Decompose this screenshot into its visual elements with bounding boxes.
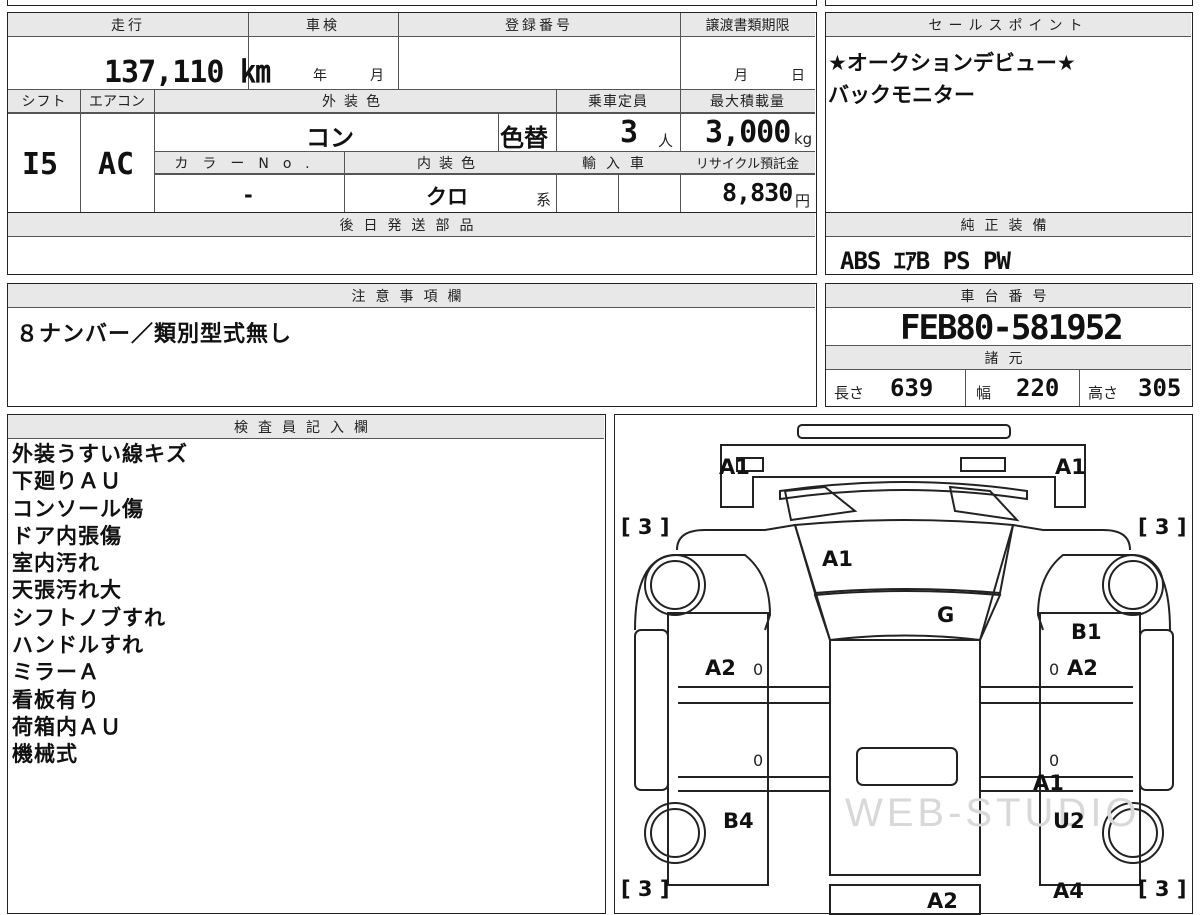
length-value: 639: [890, 374, 934, 402]
chassis-box: 車台番号 FEB80-581952 諸元 長さ 639 幅 220 高さ 305: [825, 283, 1193, 407]
remark-item: 下廻りＡＵ: [12, 469, 122, 494]
width-value: 220: [1016, 374, 1060, 402]
sales-point-label: セールスポイント: [928, 18, 1089, 34]
watermark: WEB-STUDIO: [845, 791, 1141, 835]
inspector-box: 検査員記入欄 外装うすい線キズ 下廻りＡＵ コンソール傷 ドア内張傷 室内汚れ …: [7, 414, 606, 914]
capacity-value: 3: [620, 115, 639, 150]
exterior-color-label: 外装色: [322, 94, 388, 110]
damage-right-front-fender: B1: [1071, 620, 1102, 644]
specs-label: 諸元: [984, 351, 1033, 367]
remark-item: 外装うすい線キズ: [12, 442, 188, 466]
mileage-label: 走行: [111, 18, 145, 34]
remark-item: 看板有り: [12, 687, 100, 712]
remark-item: ハンドルすれ: [12, 633, 144, 658]
inspection-year: 年: [313, 68, 327, 84]
remark-item: 機械式: [12, 742, 78, 767]
tire-rear-right: [ 3 ]: [1138, 877, 1187, 901]
damage-right-rear: U2: [1053, 809, 1085, 833]
transfer-deadline-label: 譲渡書類期限: [705, 18, 790, 34]
remark-item: 荷箱内ＡＵ: [12, 714, 122, 739]
damage-rear-bottom-left: A2: [927, 889, 958, 913]
damage-front-left: A1: [719, 455, 750, 479]
later-parts-box: 後日発送部品: [7, 212, 817, 275]
zero-mark: 0: [1049, 751, 1060, 770]
zero-mark: 0: [1049, 660, 1060, 679]
remark-item: ドア内張傷: [12, 523, 122, 548]
registration-label: 登録番号: [505, 18, 573, 34]
interior-color-label: 内装色: [417, 156, 483, 172]
sales-point-2: バックモニター: [828, 83, 975, 107]
equipment-box: 純正装備 ABS ｴｱB PS PW: [825, 212, 1193, 275]
remark-item: 天張汚れ大: [12, 578, 122, 603]
equipment-value: ABS ｴｱB PS PW: [840, 247, 1011, 275]
capacity-label: 乗車定員: [588, 94, 648, 110]
recycle-label: リサイクル預託金: [695, 157, 800, 172]
notes-box: 注意事項欄 ８ナンバー／類別型式無し: [7, 283, 817, 407]
remark-item: コンソール傷: [12, 496, 144, 521]
length-label: 長さ: [834, 384, 865, 402]
damage-hood: A1: [822, 547, 853, 571]
tire-front-left: [ 3 ]: [621, 515, 670, 539]
interior-kei: 系: [536, 191, 552, 209]
zero-mark: 0: [753, 660, 764, 679]
color-change-label: 色替: [500, 124, 548, 152]
max-load-unit: kg: [794, 130, 813, 148]
color-no-value: -: [244, 183, 253, 207]
aircon-value: AC: [98, 147, 135, 182]
sales-point-1: ★オークションデビュー★: [828, 51, 1076, 75]
recycle-unit: 円: [795, 192, 811, 210]
recycle-value: 8,830: [722, 178, 793, 207]
tire-rear-left: [ 3 ]: [621, 877, 670, 901]
shift-label: シフト: [21, 94, 67, 110]
capacity-unit: 人: [658, 132, 674, 150]
top-partial-strip-right: [825, 0, 1193, 6]
vehicle-info-box: 走行 車検 登録番号 譲渡書類期限 137,110 ㎞ 年 月 月 日 シフト …: [7, 12, 817, 213]
later-parts-label: 後日発送部品: [339, 218, 484, 234]
chassis-label: 車台番号: [960, 289, 1057, 305]
transfer-day: 日: [791, 68, 805, 84]
max-load-label: 最大積載量: [710, 94, 785, 110]
car-diagram-box: WEB-STUDIO A1 A1 A1 G B1 A2 A2 A1 B4 U2 …: [614, 414, 1193, 915]
damage-rear-bottom-right: A4: [1053, 879, 1084, 903]
color-no-label: カラーNo.: [174, 156, 324, 172]
inspector-remarks-list: 外装うすい線キズ 下廻りＡＵ コンソール傷 ドア内張傷 室内汚れ 天張汚れ大 シ…: [12, 441, 188, 769]
damage-left-rear: B4: [723, 809, 754, 833]
aircon-label: エアコン: [89, 94, 145, 110]
remark-item: 室内汚れ: [12, 551, 100, 576]
shift-value: I5: [22, 147, 59, 182]
damage-right-rear-body: A1: [1033, 771, 1064, 795]
top-partial-strip: [7, 0, 817, 6]
interior-color-value: クロ: [426, 185, 468, 209]
width-label: 幅: [976, 384, 992, 402]
notes-label: 注意事項欄: [351, 289, 472, 305]
notes-text: ８ナンバー／類別型式無し: [16, 322, 293, 347]
damage-front-right: A1: [1055, 455, 1086, 479]
inspection-month: 月: [370, 68, 384, 84]
exterior-color-value: コン: [306, 124, 354, 152]
zero-mark: 0: [753, 751, 764, 770]
truck-damage-diagram: [634, 424, 1174, 915]
transfer-month: 月: [734, 68, 748, 84]
height-value: 305: [1138, 374, 1182, 402]
damage-windshield: G: [937, 603, 955, 627]
equipment-label: 純正装備: [960, 218, 1057, 234]
chassis-value: FEB80-581952: [900, 308, 1124, 348]
remark-item: ミラーＡ: [12, 660, 100, 685]
height-label: 高さ: [1088, 384, 1119, 402]
remark-item: シフトノブすれ: [12, 605, 166, 630]
inspector-label: 検査員記入欄: [234, 420, 378, 436]
damage-left-door: A2: [705, 656, 736, 680]
tire-front-right: [ 3 ]: [1138, 515, 1187, 539]
max-load-value: 3,000: [705, 115, 791, 150]
inspection-label: 車検: [306, 18, 340, 34]
mileage-value: 137,110 ㎞: [104, 55, 270, 90]
import-label: 輸入車: [582, 156, 654, 172]
sales-point-box: セールスポイント ★オークションデビュー★ バックモニター: [825, 12, 1193, 213]
damage-right-door: A2: [1067, 656, 1098, 680]
